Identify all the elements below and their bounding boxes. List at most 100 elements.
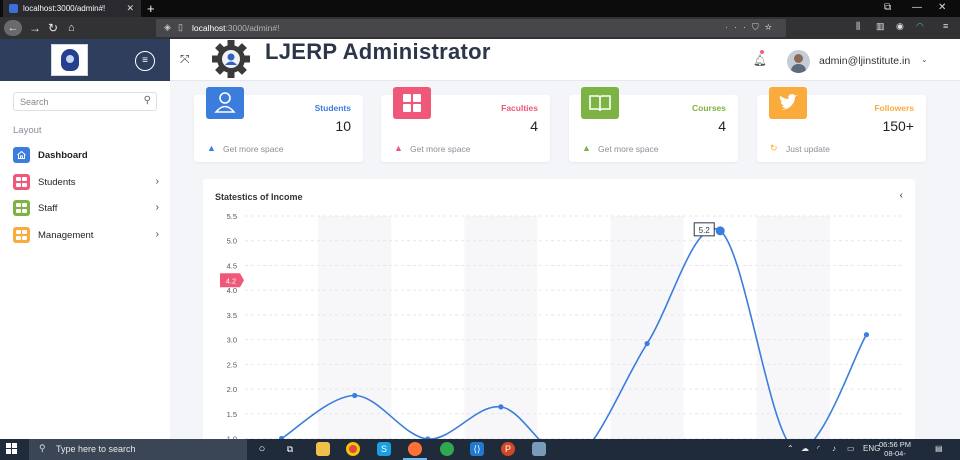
- card-label: Courses: [691, 103, 726, 113]
- chevron-right-icon: ›: [155, 229, 159, 240]
- warning-icon: ▲: [207, 143, 216, 153]
- forward-button[interactable]: →: [29, 20, 41, 36]
- card-value: 4: [530, 118, 538, 134]
- powerpoint-icon[interactable]: P: [501, 442, 515, 456]
- grid-band: [610, 216, 684, 441]
- windows-start-icon[interactable]: [6, 443, 18, 455]
- green-app-icon[interactable]: [440, 442, 454, 456]
- wifi-icon[interactable]: ◜: [817, 444, 820, 453]
- data-point: [498, 404, 504, 410]
- refresh-icon: ↻: [770, 143, 778, 153]
- card-label: Followers: [874, 103, 914, 113]
- y-tick-label: 2.5: [227, 360, 237, 369]
- clock[interactable]: 06:56 PM 08-04-2021: [877, 440, 913, 460]
- sidebar-icon[interactable]: ▥: [876, 21, 885, 32]
- y-tick-label: 4.0: [227, 286, 237, 295]
- y-tick-label: 5.5: [227, 212, 237, 221]
- chevron-left-icon[interactable]: ‹: [900, 190, 903, 201]
- window-minimize-icon[interactable]: —: [912, 2, 922, 13]
- sidebar-item-label: Students: [38, 177, 76, 188]
- back-button[interactable]: ←: [4, 20, 22, 36]
- sidebar-item-label: Staff: [38, 203, 58, 214]
- browser-tab-strip: localhost:3000/admin#! ✕ + ⧉ — ✕: [0, 0, 960, 17]
- card-footer: Just update: [786, 144, 830, 154]
- brand-area: ≡: [0, 39, 170, 81]
- search-icon[interactable]: ⚲: [144, 95, 151, 106]
- skype-icon[interactable]: S: [377, 442, 391, 456]
- extension-icon[interactable]: ◠: [916, 21, 924, 32]
- clock-date: 08-04-2021: [884, 449, 906, 460]
- battery-icon[interactable]: ▭: [847, 444, 855, 453]
- close-tab-icon[interactable]: ✕: [126, 3, 134, 14]
- y-marker-label: 4.2: [226, 276, 236, 285]
- sidebar-item-label: Management: [38, 230, 94, 241]
- chrome-icon[interactable]: [346, 442, 360, 456]
- file-explorer-icon[interactable]: [316, 442, 330, 456]
- new-tab-button[interactable]: +: [147, 1, 155, 16]
- reload-button[interactable]: ↻: [48, 20, 58, 36]
- y-tick-label: 1.5: [227, 410, 237, 419]
- url-actions[interactable]: ···⛉☆: [725, 22, 778, 33]
- data-point: [863, 332, 870, 338]
- sidebar: Search ⚲ Layout Dashboard Students › Sta…: [0, 81, 170, 439]
- grid-icon: [13, 174, 30, 190]
- stat-card-students[interactable]: Students 10 ▲ Get more space: [194, 87, 363, 162]
- windows-taskbar: ⚲ Type here to search ○ ⧉ S ⟨⟩ P ⌃ ☁ ◜ ♪…: [0, 439, 960, 460]
- browser-tab[interactable]: localhost:3000/admin#! ✕: [3, 0, 141, 17]
- y-tick-label: 4.5: [227, 261, 237, 270]
- hamburger-menu-icon[interactable]: ≡: [943, 21, 948, 31]
- card-value: 150+: [882, 118, 914, 134]
- shield-icon[interactable]: ◈: [164, 22, 171, 33]
- user-icon: [206, 87, 244, 119]
- home-button[interactable]: ⌂: [68, 20, 75, 36]
- search-icon: ⚲: [39, 443, 46, 453]
- avatar[interactable]: [787, 50, 810, 73]
- clock-time: 06:56 PM: [878, 440, 912, 449]
- grid-icon: [393, 87, 431, 119]
- chevron-down-icon[interactable]: ⌄: [921, 55, 928, 64]
- sidebar-item-label: Dashboard: [38, 150, 88, 161]
- window-close-icon[interactable]: ✕: [938, 2, 946, 13]
- card-footer: Get more space: [223, 144, 284, 154]
- institute-logo: [51, 44, 88, 76]
- page-title: LJERP Administrator: [265, 39, 491, 64]
- grid-band: [756, 216, 830, 441]
- volume-icon[interactable]: ♪: [832, 444, 836, 453]
- income-chart[interactable]: 1.01.52.02.53.03.54.04.55.05.55.24.2: [203, 179, 915, 441]
- page-info-icon[interactable]: ▯: [178, 22, 183, 33]
- sidebar-item-management[interactable]: Management ›: [13, 227, 163, 243]
- grid-icon: [13, 227, 30, 243]
- notepad-icon[interactable]: [532, 442, 546, 456]
- tab-title: localhost:3000/admin#!: [23, 4, 106, 13]
- tab-favicon-icon: [9, 4, 18, 13]
- book-icon: [581, 87, 619, 119]
- warning-icon: ▲: [582, 143, 591, 153]
- taskbar-search-input[interactable]: ⚲ Type here to search: [29, 439, 247, 460]
- firefox-icon[interactable]: [408, 442, 422, 456]
- notification-bell-icon[interactable]: 🔔︎: [753, 54, 767, 67]
- cortana-icon[interactable]: ○: [255, 442, 269, 456]
- minimize-icon[interactable]: ⧉: [884, 2, 891, 13]
- stat-card-faculties[interactable]: Faculties 4 ▲ Get more space: [381, 87, 550, 162]
- chevron-right-icon: ›: [155, 176, 159, 187]
- menu-toggle-button[interactable]: ≡: [135, 51, 155, 71]
- search-input[interactable]: Search ⚲: [13, 92, 157, 111]
- task-view-icon[interactable]: ⧉: [283, 442, 297, 456]
- y-tick-label: 3.0: [227, 336, 237, 345]
- fullscreen-icon[interactable]: ⤧: [180, 52, 190, 67]
- notifications-icon[interactable]: ▤: [935, 444, 943, 453]
- url-bar[interactable]: ◈ ▯ localhost:3000/admin#! ···⛉☆: [156, 19, 786, 37]
- sidebar-item-staff[interactable]: Staff ›: [13, 200, 163, 216]
- network-icon[interactable]: ☁: [801, 444, 809, 453]
- stat-card-courses[interactable]: Courses 4 ▲ Get more space: [569, 87, 738, 162]
- stat-card-followers[interactable]: Followers 150+ ↻ Just update: [757, 87, 926, 162]
- sidebar-section-label: Layout: [13, 125, 42, 136]
- sidebar-item-students[interactable]: Students ›: [13, 174, 163, 190]
- vscode-icon[interactable]: ⟨⟩: [470, 442, 484, 456]
- user-email[interactable]: admin@ljinstitute.in: [819, 55, 910, 67]
- card-footer: Get more space: [598, 144, 659, 154]
- tray-chevron-icon[interactable]: ⌃: [787, 444, 794, 453]
- sidebar-item-dashboard[interactable]: Dashboard: [13, 147, 163, 163]
- library-icon[interactable]: ⫼: [856, 21, 860, 32]
- account-icon[interactable]: ◉: [896, 21, 904, 32]
